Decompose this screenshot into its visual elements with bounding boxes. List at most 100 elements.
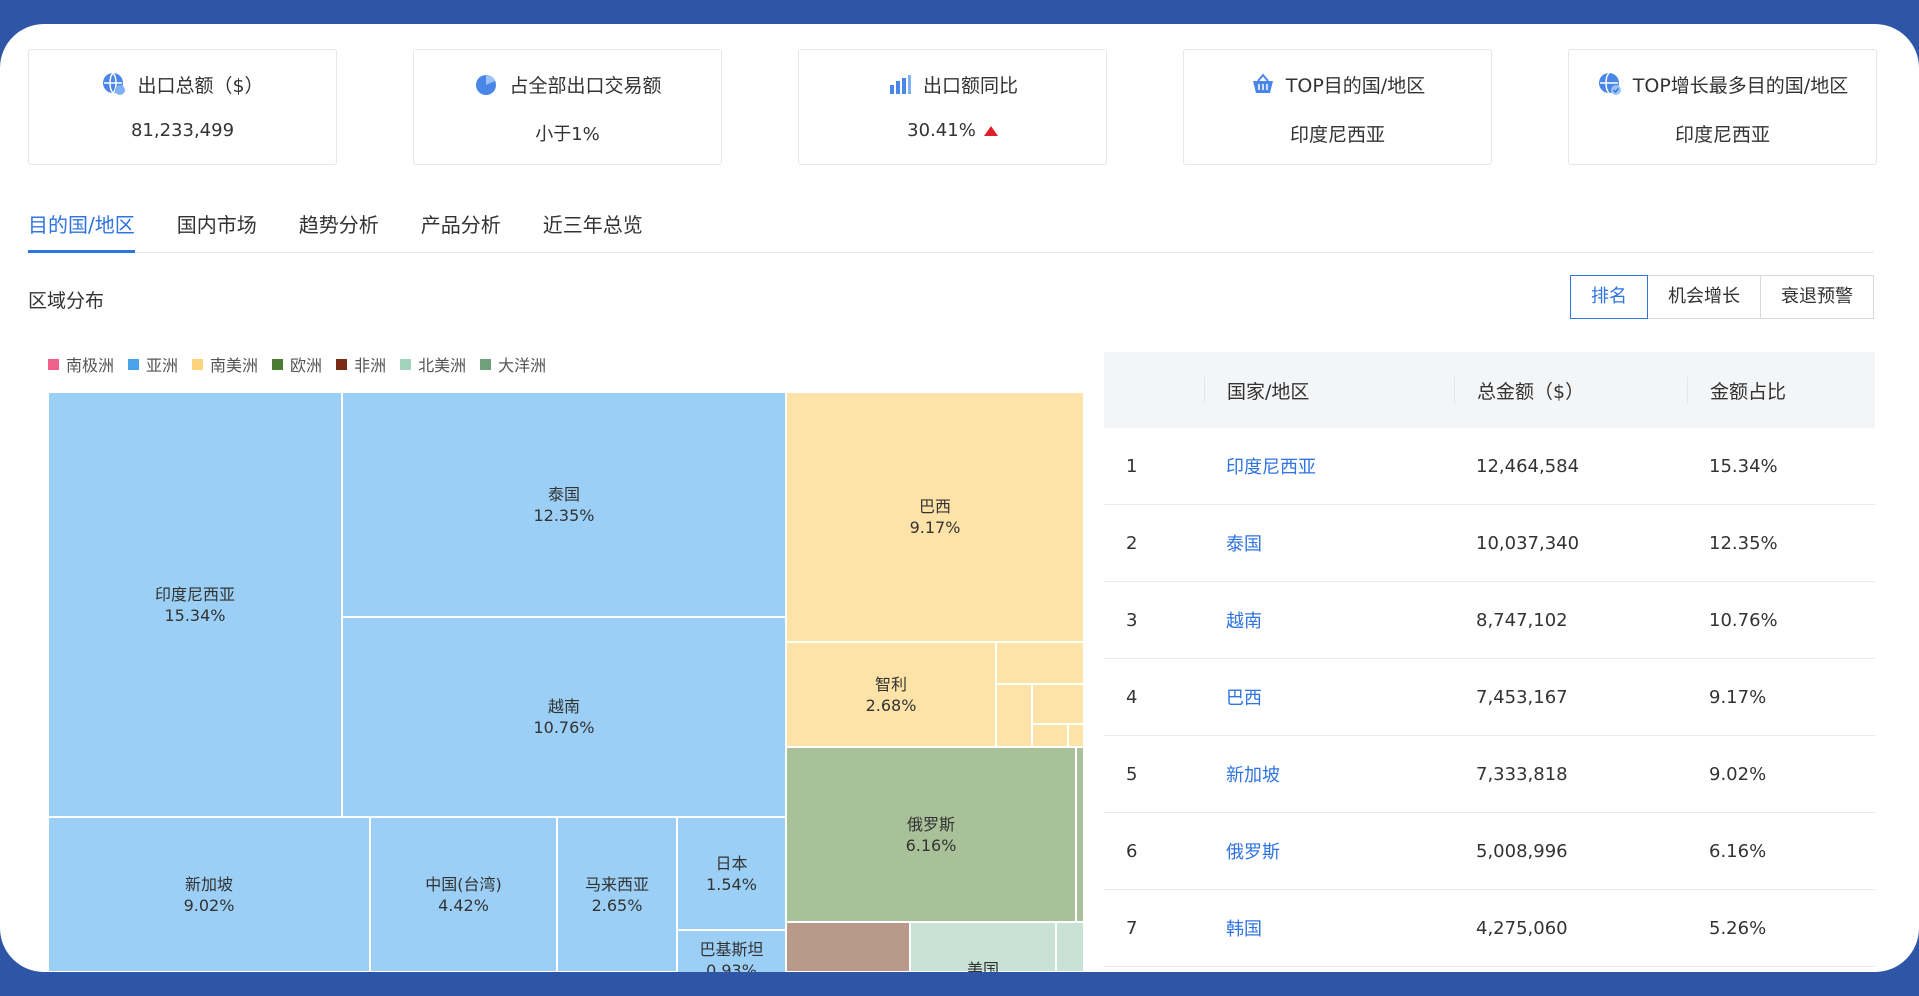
header-share: 金额占比 xyxy=(1687,376,1875,404)
legend-swatch xyxy=(48,358,59,370)
tab-destination[interactable]: 目的国/地区 xyxy=(28,199,135,253)
treemap-cell-thailand[interactable]: 泰国 12.35% xyxy=(342,392,786,617)
kpi-value: 印度尼西亚 xyxy=(1289,124,1385,146)
rank-cell: 3 xyxy=(1126,609,1138,631)
cell-label: 马来西亚 xyxy=(584,874,649,894)
ranking-mode-toggle: 排名 机会增长 衰退预警 xyxy=(1570,275,1874,319)
share-cell: 10.76% xyxy=(1709,609,1778,631)
treemap-cell-small[interactable] xyxy=(1032,684,1084,724)
legend-label: 南极洲 xyxy=(66,356,115,375)
cell-value: 1.54% xyxy=(706,874,757,894)
cell-label: 中国(台湾) xyxy=(425,874,502,894)
rank-cell: 7 xyxy=(1126,917,1138,939)
bar-chart-icon xyxy=(889,75,911,94)
treemap-cell-vietnam[interactable]: 越南 10.76% xyxy=(342,617,786,817)
kpi-value: 30.41% xyxy=(907,120,976,141)
share-cell: 6.16% xyxy=(1709,840,1767,862)
tab-trend-analysis[interactable]: 趋势分析 xyxy=(299,199,379,253)
country-link[interactable]: 巴西 xyxy=(1226,688,1262,709)
tab-three-year-overview[interactable]: 近三年总览 xyxy=(543,199,643,253)
legend-label: 大洋洲 xyxy=(498,356,547,375)
legend-item[interactable]: 亚洲 xyxy=(128,352,178,376)
treemap-cell-brazil[interactable]: 巴西 9.17% xyxy=(786,392,1084,642)
section-title: 区域分布 xyxy=(28,290,105,312)
cell-value: 9.02% xyxy=(183,895,235,915)
tab-domestic-market[interactable]: 国内市场 xyxy=(177,199,257,253)
decline-warning-button[interactable]: 衰退预警 xyxy=(1760,275,1874,319)
legend-item[interactable]: 南极洲 xyxy=(48,352,114,376)
treemap-cell-small[interactable] xyxy=(996,642,1084,684)
amount-cell: 5,008,996 xyxy=(1476,840,1568,862)
legend-swatch xyxy=(480,358,492,370)
trend-up-icon xyxy=(983,125,998,136)
cell-label: 日本 xyxy=(715,853,748,873)
treemap-cell-small[interactable] xyxy=(996,684,1032,747)
country-link[interactable]: 印度尼西亚 xyxy=(1226,457,1316,478)
country-link[interactable]: 越南 xyxy=(1226,611,1262,632)
rank-cell: 4 xyxy=(1126,686,1138,708)
table-row: 5 新加坡 7,333,818 9.02% xyxy=(1104,736,1875,813)
table-row: 6 俄罗斯 5,008,996 6.16% xyxy=(1104,813,1875,890)
treemap-cell-russia[interactable]: 俄罗斯 6.16% xyxy=(786,747,1076,922)
treemap-cell-usa[interactable]: 美国 xyxy=(910,922,1056,972)
table-header: 国家/地区 总金额（$） 金额占比 xyxy=(1104,352,1875,428)
treemap-cell-africa[interactable] xyxy=(786,922,910,972)
share-cell: 12.35% xyxy=(1709,532,1778,554)
treemap-cell-singapore[interactable]: 新加坡 9.02% xyxy=(48,817,370,972)
cell-value: 4.42% xyxy=(438,895,489,915)
country-link[interactable]: 韩国 xyxy=(1226,919,1262,940)
legend-label: 北美洲 xyxy=(418,356,467,375)
table-row: 1 印度尼西亚 12,464,584 15.34% xyxy=(1104,428,1875,505)
country-link[interactable]: 新加坡 xyxy=(1226,765,1280,786)
cell-value: 15.34% xyxy=(164,605,226,625)
kpi-title: 占全部出口交易额 xyxy=(509,74,662,97)
treemap-cell-japan[interactable]: 日本 1.54% xyxy=(677,817,786,930)
treemap-cell-small[interactable] xyxy=(1032,724,1068,747)
treemap-cell-malaysia[interactable]: 马来西亚 2.65% xyxy=(557,817,677,972)
legend-item[interactable]: 大洋洲 xyxy=(480,352,546,376)
treemap-cell-taiwan[interactable]: 中国(台湾) 4.42% xyxy=(370,817,557,972)
treemap-cell-small[interactable] xyxy=(1076,747,1084,922)
amount-cell: 12,464,584 xyxy=(1476,455,1580,477)
country-link[interactable]: 俄罗斯 xyxy=(1226,842,1280,863)
header-amount: 总金额（$） xyxy=(1454,376,1687,404)
table-row: 7 韩国 4,275,060 5.26% xyxy=(1104,890,1875,967)
cell-label: 俄罗斯 xyxy=(906,814,955,834)
cell-label: 越南 xyxy=(547,697,580,716)
kpi-title: 出口额同比 xyxy=(922,74,1018,97)
opportunity-growth-button[interactable]: 机会增长 xyxy=(1647,275,1761,319)
legend-item[interactable]: 欧洲 xyxy=(272,352,322,376)
amount-cell: 10,037,340 xyxy=(1476,532,1580,554)
ranking-table: 国家/地区 总金额（$） 金额占比 1 印度尼西亚 12,464,584 15.… xyxy=(1104,352,1875,967)
cell-value: 10.76% xyxy=(533,718,595,737)
cell-label: 巴基斯坦 xyxy=(699,940,764,959)
country-link[interactable]: 泰国 xyxy=(1226,534,1262,555)
cell-value: 2.68% xyxy=(865,695,917,715)
share-cell: 9.02% xyxy=(1709,763,1767,785)
rank-cell: 1 xyxy=(1126,455,1138,477)
tab-product-analysis[interactable]: 产品分析 xyxy=(421,199,501,253)
rank-cell: 5 xyxy=(1126,763,1138,785)
treemap-cell-chile[interactable]: 智利 2.68% xyxy=(786,642,996,747)
treemap-cell-small[interactable] xyxy=(1068,724,1084,747)
treemap-cell-pakistan[interactable]: 巴基斯坦 0.93% xyxy=(677,930,786,972)
legend-item[interactable]: 非洲 xyxy=(336,352,386,376)
legend-item[interactable]: 北美洲 xyxy=(400,352,466,376)
treemap-cell-indonesia[interactable]: 印度尼西亚 15.34% xyxy=(48,392,342,817)
rank-cell: 6 xyxy=(1126,840,1138,862)
legend-item[interactable]: 南美洲 xyxy=(192,352,258,376)
kpi-card-top-destination: TOP目的国/地区 印度尼西亚 xyxy=(1183,49,1492,165)
cell-label: 泰国 xyxy=(547,484,580,504)
amount-cell: 7,333,818 xyxy=(1476,763,1568,785)
kpi-title: TOP增长最多目的国/地区 xyxy=(1632,74,1849,97)
treemap-legend: 南极洲 亚洲 南美洲 欧洲 非洲 北美洲 大洋洲 xyxy=(48,352,546,376)
kpi-value: 印度尼西亚 xyxy=(1674,124,1770,146)
share-cell: 15.34% xyxy=(1709,455,1778,477)
legend-label: 非洲 xyxy=(354,356,387,375)
ranking-button[interactable]: 排名 xyxy=(1570,275,1648,319)
cell-value: 2.65% xyxy=(591,895,643,915)
amount-cell: 7,453,167 xyxy=(1476,686,1568,708)
kpi-card-yoy: 出口额同比 30.41% xyxy=(798,49,1107,165)
header-country: 国家/地区 xyxy=(1204,376,1454,404)
treemap-cell-small[interactable] xyxy=(1056,922,1084,972)
